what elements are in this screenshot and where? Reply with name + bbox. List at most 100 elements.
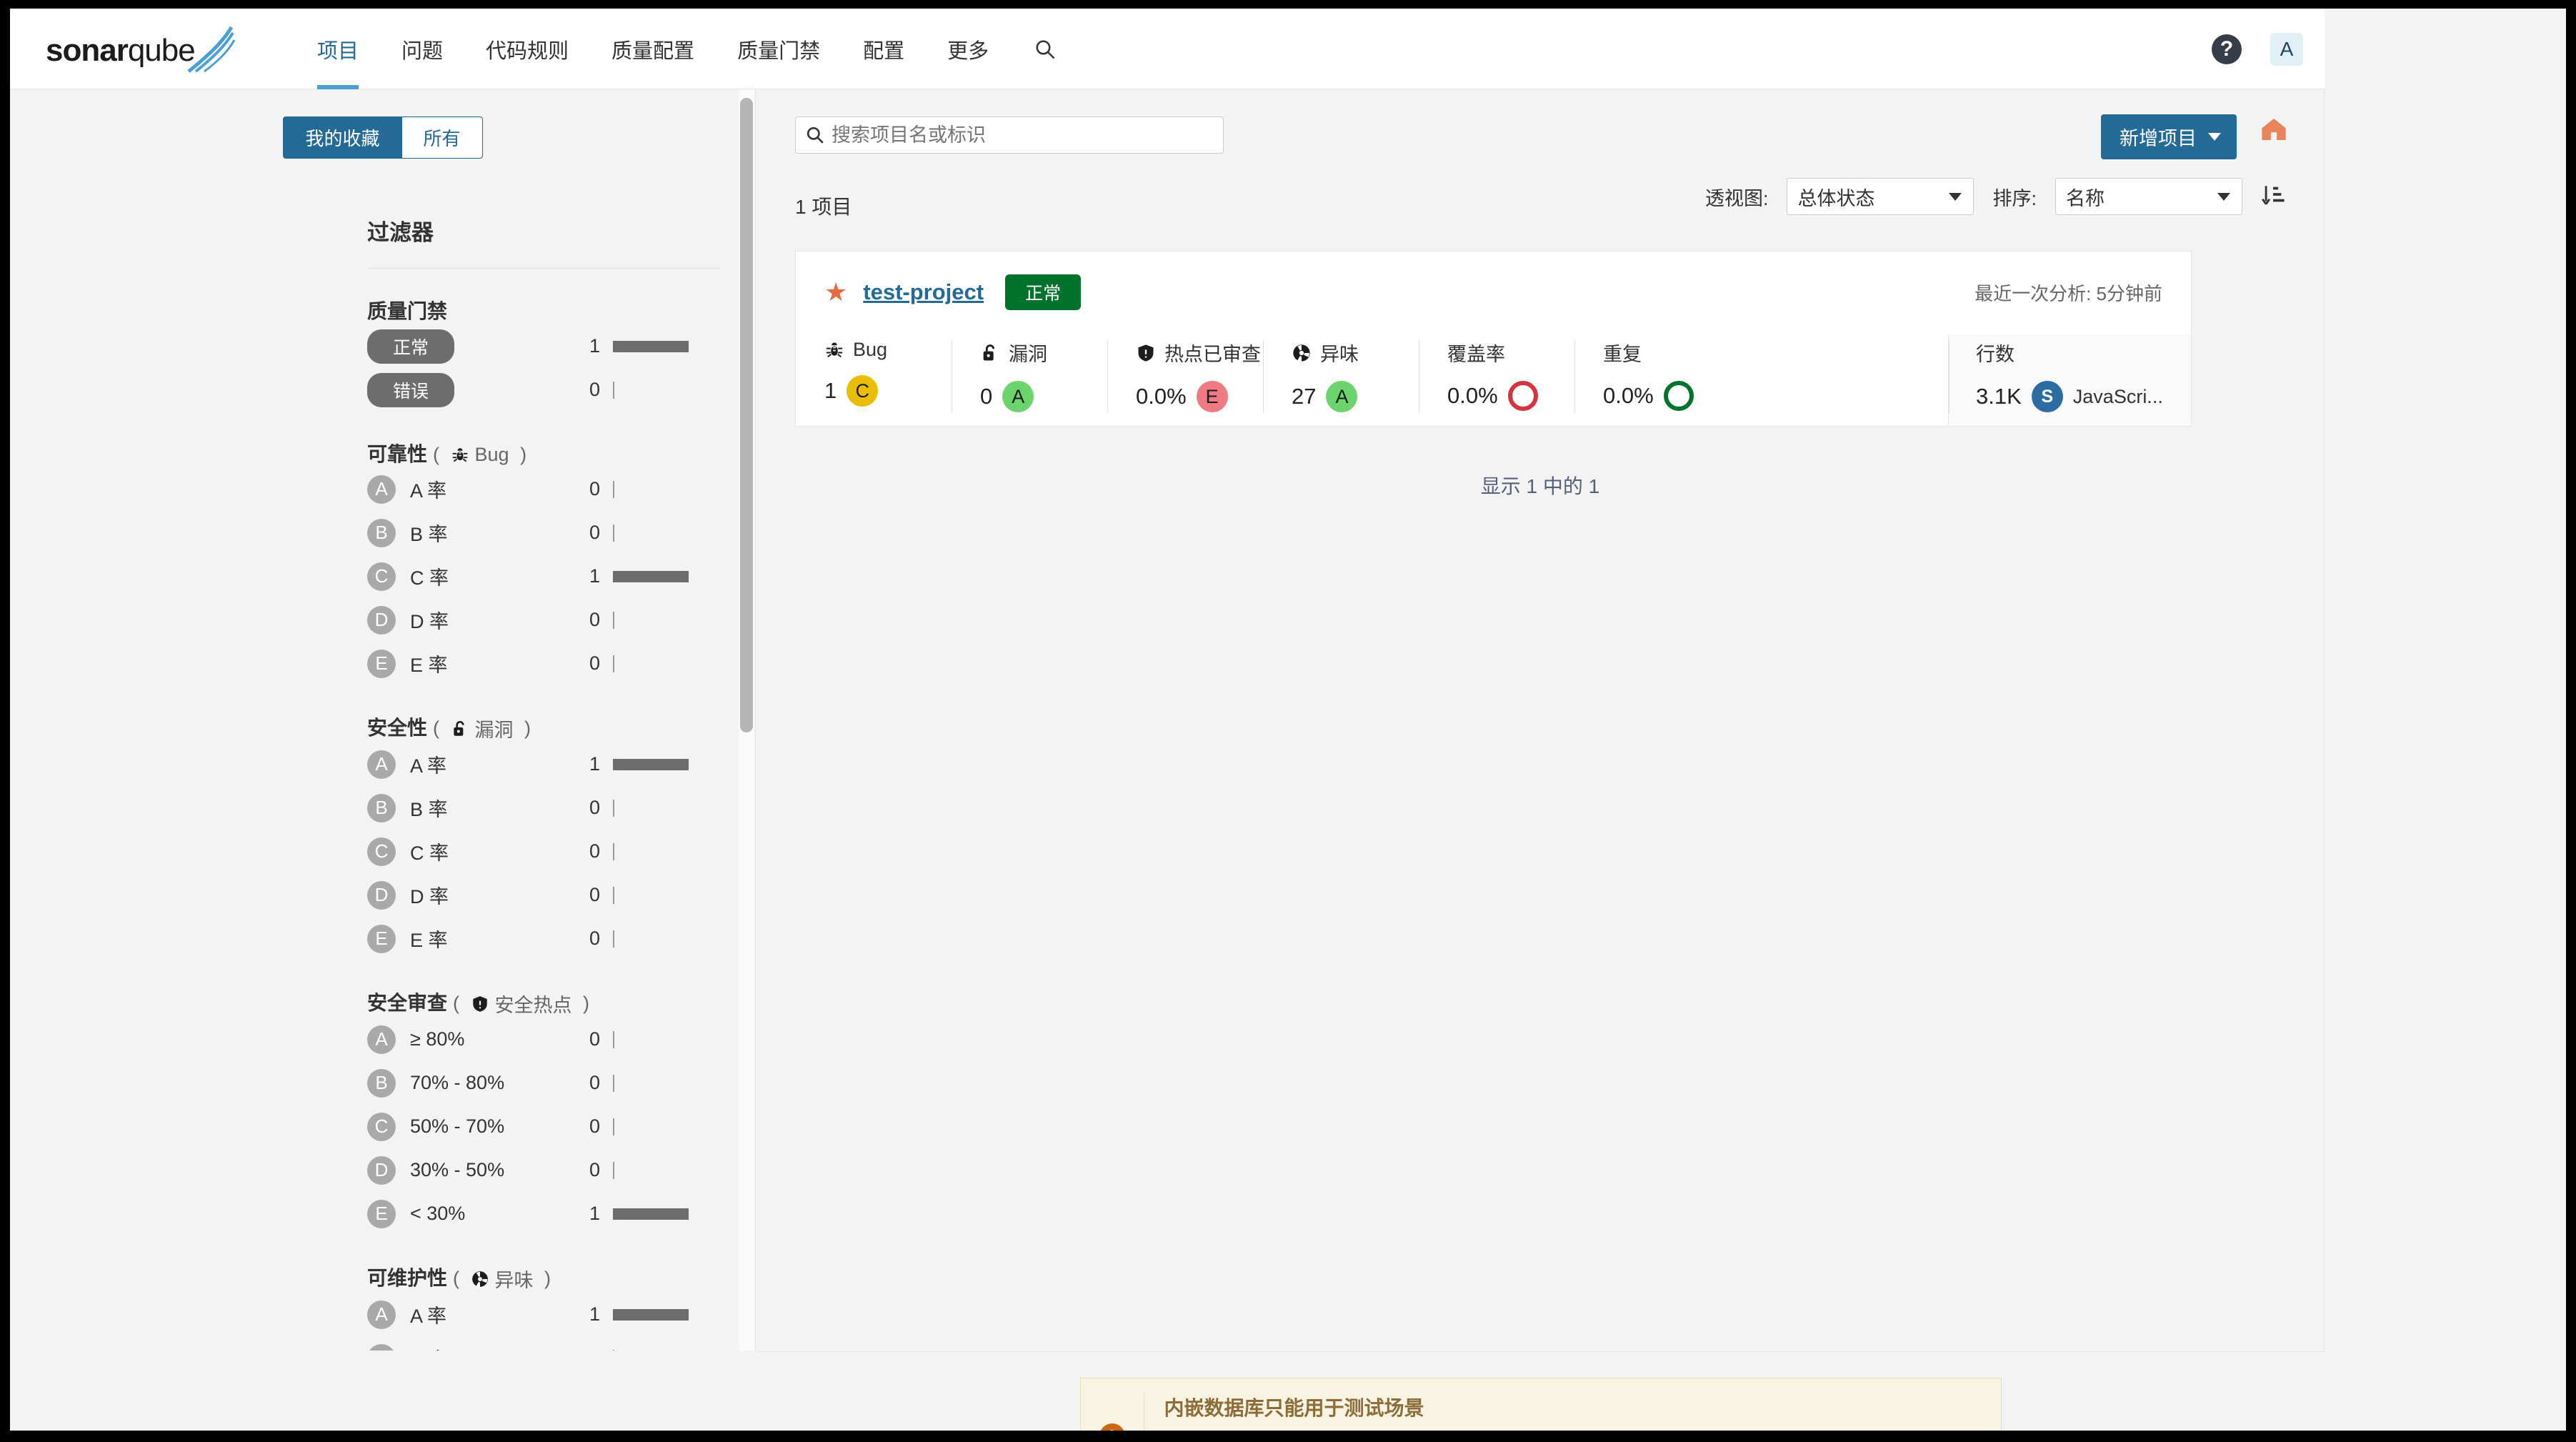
chevron-down-icon <box>1949 192 1962 201</box>
facet-bar <box>613 1030 614 1048</box>
nav-item-rules[interactable]: 代码规则 <box>464 9 590 89</box>
facet-row-label: 50% - 70% <box>410 1115 505 1137</box>
filter-favorites-button[interactable]: 我的收藏 <box>283 116 402 159</box>
facet-row[interactable]: A ≥ 80% 0 <box>367 1018 755 1061</box>
facet-row[interactable]: A A 率 0 <box>367 467 755 511</box>
metric-value-row: 3.1K S JavaScri... <box>1976 381 2191 412</box>
metric-value: 27 <box>1292 384 1317 409</box>
facet-row[interactable]: B 70% - 80% 0 <box>367 1061 755 1105</box>
metric-3[interactable]: 异味 27 A <box>1263 334 1419 426</box>
project-card[interactable]: ★ test-project 正常 最近一次分析: 5分钟前 Bug 1 C 漏洞 0 A… <box>795 251 2192 427</box>
avatar[interactable]: A <box>2270 32 2303 66</box>
metric-header: 行数 <box>1976 339 2191 367</box>
metric-2[interactable]: 热点已审查 0.0% E <box>1107 334 1263 426</box>
rating-badge: E <box>367 924 396 953</box>
logo-wordmark: sonarqube <box>46 33 196 69</box>
rating-badge: B <box>367 1068 396 1098</box>
filters-title: 过滤器 <box>367 220 434 245</box>
metric-0[interactable]: Bug 1 C <box>796 334 952 426</box>
metric-header: 漏洞 <box>980 339 1107 367</box>
facet-row[interactable]: E E 率 0 <box>367 917 755 960</box>
facet-row[interactable]: B B 率 0 <box>367 786 755 830</box>
facet-row[interactable]: E < 30% 1 <box>367 1192 755 1235</box>
facet-bar <box>613 1118 614 1135</box>
nav-item-issues[interactable]: 问题 <box>380 9 464 89</box>
rating-badge: D <box>367 880 396 910</box>
facet-row[interactable]: E E 率 0 <box>367 642 755 685</box>
warning-body: 内嵌数据库无法扩展, 也无法升级到新版本的 SonarQube, 并且不能支持将… <box>1164 1428 1982 1431</box>
facet-header: 安全审查( 安全热点 ) <box>367 988 755 1018</box>
facet-row-label: D 率 <box>410 611 449 632</box>
help-icon[interactable]: ? <box>2212 34 2242 64</box>
embedded-database-warning: ! 内嵌数据库只能用于测试场景 内嵌数据库无法扩展, 也无法升级到新版本的 So… <box>1079 1378 2002 1431</box>
code-smell-icon <box>471 1271 488 1287</box>
facet-row-label: B 率 <box>410 1344 448 1351</box>
project-name-link[interactable]: test-project <box>863 279 984 305</box>
facet-bar <box>613 842 614 860</box>
facet-bar-wrap <box>613 886 713 904</box>
bug-icon <box>452 447 467 462</box>
facet-bar-wrap <box>613 1074 713 1092</box>
facet-row[interactable]: A A 率 1 <box>367 1293 755 1336</box>
filters-sidebar: 我的收藏 所有 过滤器 质量门禁 正常 1 错误 0 可靠性( Bug ) A A 率0BB … <box>10 89 756 1351</box>
last-analysis-date: 最近一次分析: 5分钟前 <box>1975 282 2162 304</box>
metric-value: 0 <box>980 384 993 409</box>
facet-row[interactable]: D 30% - 50% 0 <box>367 1148 755 1192</box>
filter-all-button[interactable]: 所有 <box>401 116 483 159</box>
search-icon <box>806 126 824 144</box>
coverage-donut-icon <box>1507 381 1538 411</box>
metric-label: Bug <box>853 339 888 360</box>
facet-row-count: 1 <box>589 335 600 357</box>
facet-row[interactable]: B B 率 0 <box>367 511 755 555</box>
facet-bar-wrap <box>613 340 713 352</box>
chevron-down-icon <box>2217 192 2230 201</box>
facet-bar <box>613 1308 689 1321</box>
metric-value-row: 0.0% E <box>1136 381 1263 412</box>
metric-4[interactable]: 覆盖率 0.0% <box>1419 334 1574 426</box>
facet-row-count: 0 <box>576 1347 600 1351</box>
sort-select[interactable]: 名称 <box>2055 178 2242 215</box>
star-icon[interactable]: ★ <box>824 279 847 305</box>
metric-1[interactable]: 漏洞 0 A <box>952 334 1107 426</box>
search-projects-box[interactable] <box>795 116 1224 154</box>
metric-5[interactable]: 重复 0.0% <box>1574 334 1730 426</box>
sort-descending-icon[interactable] <box>2261 183 2285 211</box>
home-icon[interactable] <box>2260 115 2288 147</box>
rating-badge: B <box>367 518 396 547</box>
facet-row[interactable]: 错误 0 <box>367 368 755 412</box>
facet-row[interactable]: B B 率 0 <box>367 1336 755 1351</box>
facet-row[interactable]: D D 率 0 <box>367 873 755 917</box>
facet-row[interactable]: A A 率 1 <box>367 742 755 786</box>
metric-value-row: 0.0% <box>1603 381 1730 411</box>
facet-row-count: 1 <box>589 753 600 775</box>
perspective-select[interactable]: 总体状态 <box>1787 178 1975 215</box>
nav-item-more[interactable]: 更多 <box>926 9 1010 89</box>
language-badge: S <box>2031 381 2063 412</box>
facet-row[interactable]: D D 率 0 <box>367 598 755 642</box>
facet-row[interactable]: C 50% - 70% 0 <box>367 1105 755 1148</box>
nav-item-administration[interactable]: 配置 <box>842 9 926 89</box>
nav-item-quality-profiles[interactable]: 质量配置 <box>590 9 716 89</box>
list-controls: 透视图: 总体状态 排序: 名称 <box>1705 178 2285 215</box>
project-count: 1 项目 <box>795 196 852 218</box>
create-project-button[interactable]: 新增项目 <box>2101 114 2237 159</box>
rating-badge: D <box>367 1155 396 1185</box>
perspective-label: 透视图: <box>1704 187 1769 209</box>
quality-gate-pill: 错误 <box>367 372 455 407</box>
nav-item-projects[interactable]: 项目 <box>296 9 380 89</box>
facet-row-count: 0 <box>589 884 600 905</box>
facet-4: 可维护性( 异味 )AA 率1BB 率0CC 率0DD 率0 <box>10 1263 755 1351</box>
nav-item-quality-gates[interactable]: 质量门禁 <box>716 9 842 89</box>
facet-row[interactable]: 正常 1 <box>367 324 755 368</box>
facet-bar-wrap <box>613 381 713 399</box>
sonarqube-logo[interactable]: sonarqube <box>46 24 239 73</box>
nav-search-button[interactable] <box>1010 9 1080 89</box>
facet-row-label: B 率 <box>410 799 448 820</box>
facet-row[interactable]: C C 率 1 <box>367 555 755 598</box>
metric-lines[interactable]: 行数 3.1K S JavaScri... <box>1948 334 2191 426</box>
browser-viewport: sonarqube 项目 问题 代码规则 质量配置 质量门禁 配置 更多 ? A… <box>10 9 2566 1431</box>
search-input[interactable] <box>832 124 1196 146</box>
metric-label: 覆盖率 <box>1447 344 1505 365</box>
facet-row[interactable]: C C 率 0 <box>367 830 755 873</box>
facet-bar <box>613 1074 614 1092</box>
